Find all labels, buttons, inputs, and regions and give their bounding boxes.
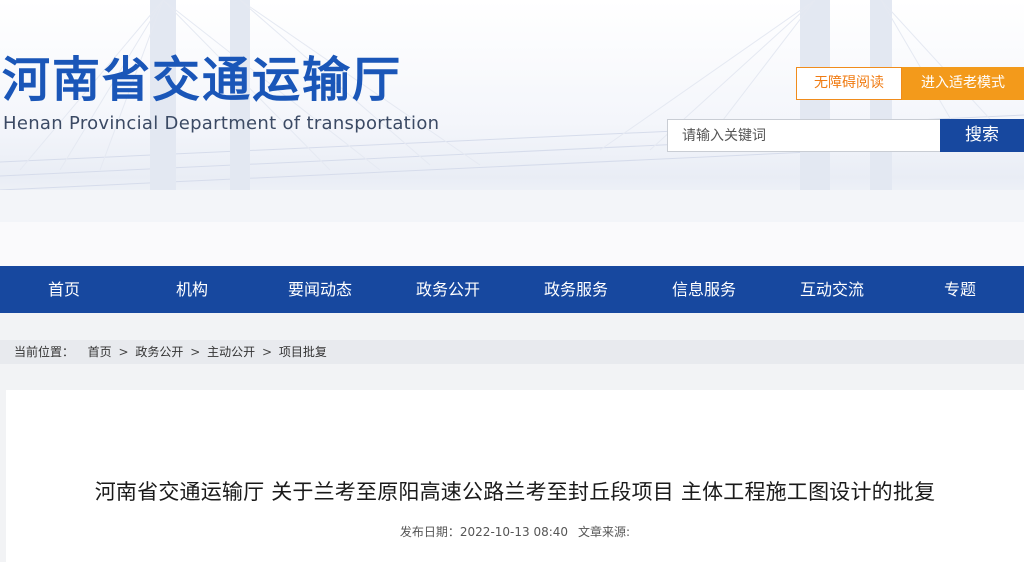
main-nav: 首页 机构 要闻动态 政务公开 政务服务 信息服务 互动交流 专题	[0, 266, 1024, 313]
article-meta: 发布日期：2022-10-13 08:40 文章来源:	[6, 523, 1024, 540]
breadcrumb-project-approval[interactable]: 项目批复	[279, 345, 327, 359]
nav-item-home[interactable]: 首页	[0, 266, 128, 313]
nav-item-interaction[interactable]: 互动交流	[768, 266, 896, 313]
elder-mode-button[interactable]: 进入适老模式	[902, 67, 1024, 100]
accessibility-reading-button[interactable]: 无障碍阅读	[796, 67, 902, 100]
breadcrumb: 当前位置： 首页 > 政务公开 > 主动公开 > 项目批复	[0, 340, 1024, 364]
article-source-label: 文章来源:	[578, 525, 631, 539]
nav-item-organization[interactable]: 机构	[128, 266, 256, 313]
breadcrumb-prefix: 当前位置：	[14, 345, 75, 359]
publish-date-label: 发布日期：	[399, 525, 460, 539]
site-title-cn: 河南省交通运输厅	[2, 52, 403, 108]
article-container: 河南省交通运输厅 关于兰考至原阳高速公路兰考至封丘段项目 主体工程施工图设计的批…	[6, 390, 1024, 562]
publish-date: 2022-10-13 08:40	[459, 525, 569, 539]
breadcrumb-separator: >	[261, 345, 273, 359]
search-button[interactable]: 搜索	[940, 119, 1024, 152]
nav-item-government-affairs[interactable]: 政务公开	[384, 266, 512, 313]
breadcrumb-home[interactable]: 首页	[88, 345, 112, 359]
nav-item-news[interactable]: 要闻动态	[256, 266, 384, 313]
breadcrumb-separator: >	[190, 345, 201, 359]
nav-item-information-services[interactable]: 信息服务	[640, 266, 768, 313]
site-title-en: Henan Provincial Department of transport…	[3, 113, 440, 134]
nav-item-topics[interactable]: 专题	[896, 266, 1024, 313]
bridge-background-image	[0, 0, 1024, 222]
breadcrumb-separator: >	[118, 345, 129, 359]
header-banner: 河南省交通运输厅 Henan Provincial Department of …	[0, 0, 1024, 222]
breadcrumb-active-disclosure[interactable]: 主动公开	[207, 345, 255, 359]
search-input[interactable]	[667, 119, 941, 152]
article-title: 河南省交通运输厅 关于兰考至原阳高速公路兰考至封丘段项目 主体工程施工图设计的批…	[94, 480, 936, 504]
breadcrumb-government-affairs[interactable]: 政务公开	[135, 345, 183, 359]
header-gap	[0, 222, 1024, 266]
nav-item-government-services[interactable]: 政务服务	[512, 266, 640, 313]
